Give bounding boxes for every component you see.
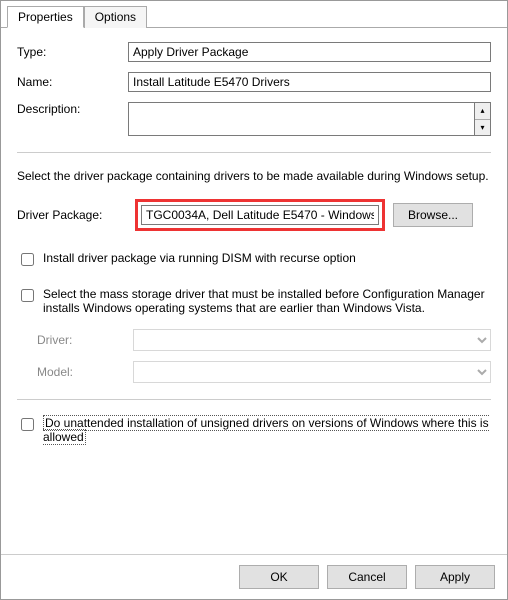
model-label: Model:: [37, 365, 127, 379]
unattended-checkbox-label: Do unattended installation of unsigned d…: [43, 415, 489, 445]
mass-storage-checkbox[interactable]: [21, 289, 34, 302]
driver-label: Driver:: [37, 333, 127, 347]
driver-package-highlight: [135, 199, 385, 231]
select-note: Select the driver package containing dri…: [17, 169, 491, 183]
tab-bar: Properties Options: [1, 1, 507, 28]
dialog-footer: OK Cancel Apply: [1, 554, 507, 599]
driver-select: [133, 329, 491, 351]
type-label: Type:: [17, 45, 122, 59]
description-label: Description:: [17, 102, 122, 116]
chevron-down-icon[interactable]: ▾: [475, 120, 490, 136]
description-spin[interactable]: ▴ ▾: [475, 102, 491, 136]
mass-storage-checkbox-label: Select the mass storage driver that must…: [43, 287, 491, 315]
name-field[interactable]: [128, 72, 491, 92]
apply-button[interactable]: Apply: [415, 565, 495, 589]
ok-button[interactable]: OK: [239, 565, 319, 589]
divider-2: [17, 399, 491, 400]
dism-checkbox-label: Install driver package via running DISM …: [43, 251, 491, 265]
driver-package-field[interactable]: [141, 205, 379, 225]
properties-panel: Type: Name: Description: ▴ ▾ Select the …: [1, 28, 507, 554]
chevron-up-icon[interactable]: ▴: [475, 103, 490, 120]
cancel-button[interactable]: Cancel: [327, 565, 407, 589]
dism-checkbox[interactable]: [21, 253, 34, 266]
divider: [17, 152, 491, 153]
type-field: [128, 42, 491, 62]
browse-button[interactable]: Browse...: [393, 203, 473, 227]
description-field[interactable]: [128, 102, 475, 136]
unattended-checkbox[interactable]: [21, 418, 34, 431]
driver-package-label: Driver Package:: [17, 208, 127, 222]
tab-properties[interactable]: Properties: [7, 6, 84, 28]
tab-options[interactable]: Options: [84, 6, 147, 28]
dialog-window: Properties Options Type: Name: Descripti…: [0, 0, 508, 600]
model-select: [133, 361, 491, 383]
name-label: Name:: [17, 75, 122, 89]
